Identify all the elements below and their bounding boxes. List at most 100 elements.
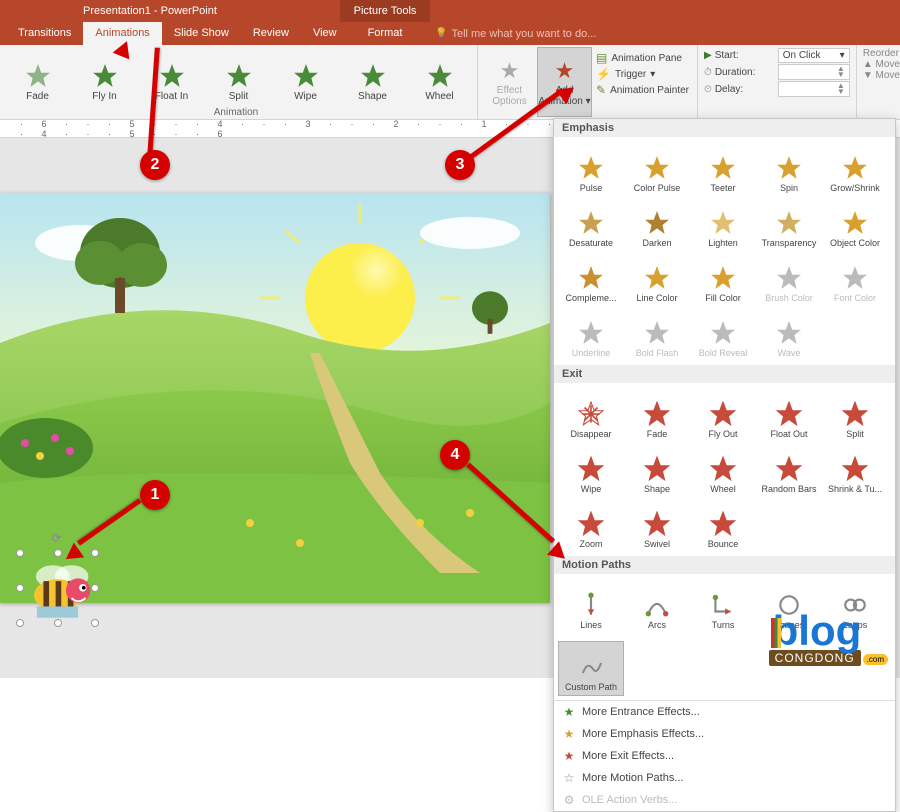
emphasis-star-icon [709, 154, 737, 182]
more-entrance[interactable]: ★More Entrance Effects... [554, 701, 895, 723]
custom-path-icon [577, 653, 605, 681]
advanced-animation-group: ★ Effect Options ★ Add Animation ▾ ▤Anim… [478, 45, 698, 119]
animation-painter-button[interactable]: ✎Animation Painter [596, 83, 689, 97]
exit-star-icon [577, 455, 605, 483]
exit-item[interactable]: Wipe [558, 442, 624, 497]
exit-star-icon [643, 400, 671, 428]
exit-item[interactable]: Wheel [690, 442, 756, 497]
resize-handle[interactable] [16, 549, 24, 557]
emphasis-star-icon [709, 264, 737, 292]
move-earlier: ▲ Move Ea [863, 59, 900, 70]
resize-handle[interactable] [16, 619, 24, 627]
animation-pane-button[interactable]: ▤Animation Pane [596, 51, 689, 65]
painter-icon: ✎ [596, 83, 606, 97]
entrance-star-icon [226, 63, 252, 89]
emphasis-star-icon [841, 154, 869, 182]
resize-handle[interactable] [16, 584, 24, 592]
entrance-star-icon [293, 63, 319, 89]
exit-item[interactable]: Random Bars [756, 442, 822, 497]
duration-input[interactable]: ▲▼ [778, 64, 850, 80]
emphasis-item[interactable]: Color Pulse [624, 141, 690, 196]
emphasis-item[interactable]: Darken [624, 196, 690, 251]
effect-options-icon: ★ [500, 58, 520, 84]
delay-input[interactable]: ▲▼ [778, 81, 850, 97]
tab-transitions[interactable]: Transitions [6, 22, 83, 45]
dropdown-footer: ★More Entrance Effects... ★More Emphasis… [554, 700, 895, 811]
callout-2: 2 [140, 150, 170, 180]
exit-item[interactable]: Fade [624, 387, 690, 442]
exit-grid: DisappearFadeFly OutFloat OutSplitWipeSh… [554, 383, 895, 556]
trigger-icon: ⚡ [596, 67, 611, 81]
exit-item[interactable]: Disappear [558, 387, 624, 442]
emphasis-item[interactable]: Transparency [756, 196, 822, 251]
more-motion[interactable]: ☆More Motion Paths... [554, 767, 895, 789]
tab-format[interactable]: Format [340, 22, 430, 45]
emphasis-item: Bold Reveal [690, 306, 756, 361]
emphasis-item[interactable]: Compleme... [558, 251, 624, 306]
resize-handle[interactable] [91, 549, 99, 557]
ribbon-tabs: Transitions Animations Slide Show Review… [0, 22, 900, 45]
exit-item[interactable]: Swivel [624, 497, 690, 552]
exit-item[interactable]: Split [822, 387, 888, 442]
exit-item[interactable]: Shrink & Tu... [822, 442, 888, 497]
start-dropdown[interactable]: On Click▾ [778, 48, 850, 63]
motion-paths-header: Motion Paths [554, 556, 895, 574]
emphasis-star-icon [775, 209, 803, 237]
motion-path-item[interactable]: Lines [558, 578, 624, 633]
emphasis-item[interactable]: Object Color [822, 196, 888, 251]
entrance-star-icon [159, 63, 185, 89]
emphasis-item[interactable]: Line Color [624, 251, 690, 306]
tab-review[interactable]: Review [241, 22, 301, 45]
resize-handle[interactable] [54, 549, 62, 557]
emphasis-item: Bold Flash [624, 306, 690, 361]
title-bar: Presentation1 - PowerPoint [0, 0, 900, 22]
emphasis-star-icon [775, 319, 803, 347]
entrance-star-icon [25, 63, 51, 89]
play-icon: ▶ [704, 50, 712, 61]
watermark-stripes-icon [771, 618, 781, 648]
exit-star-icon [709, 510, 737, 538]
ole-action-verbs: ⚙OLE Action Verbs... [554, 789, 895, 811]
exit-item[interactable]: Shape [624, 442, 690, 497]
tab-slideshow[interactable]: Slide Show [162, 22, 241, 45]
exit-item[interactable]: Zoom [558, 497, 624, 552]
emphasis-star-icon [775, 154, 803, 182]
selected-bee-image[interactable]: ⟳ [20, 553, 95, 623]
exit-item[interactable]: Bounce [690, 497, 756, 552]
exit-star-icon [709, 455, 737, 483]
resize-handle[interactable] [91, 619, 99, 627]
exit-star-icon [709, 400, 737, 428]
motion-path-item[interactable]: Arcs [624, 578, 690, 633]
watermark-com: .com [863, 654, 888, 665]
resize-handle[interactable] [91, 584, 99, 592]
resize-handle[interactable] [54, 619, 62, 627]
more-exit[interactable]: ★More Exit Effects... [554, 745, 895, 767]
emphasis-item: Underline [558, 306, 624, 361]
emphasis-item[interactable]: Lighten [690, 196, 756, 251]
exit-star-icon [643, 455, 671, 483]
exit-star-icon [643, 510, 671, 538]
more-emphasis[interactable]: ★More Emphasis Effects... [554, 723, 895, 745]
motion-path-item[interactable]: Turns [690, 578, 756, 633]
emphasis-star-icon [643, 209, 671, 237]
emphasis-item[interactable]: Fill Color [690, 251, 756, 306]
emphasis-item[interactable]: Spin [756, 141, 822, 196]
trigger-button[interactable]: ⚡Trigger ▾ [596, 67, 689, 81]
tell-me-search[interactable]: Tell me what you want to do... [435, 28, 596, 40]
callout-4: 4 [440, 440, 470, 470]
emphasis-grid: PulseColor PulseTeeterSpinGrow/Shrink Des… [554, 137, 895, 365]
emphasis-item[interactable]: Grow/Shrink [822, 141, 888, 196]
add-animation-icon: ★ [555, 58, 575, 84]
emphasis-item[interactable]: Desaturate [558, 196, 624, 251]
rotation-handle[interactable]: ⟳ [52, 531, 62, 545]
emphasis-item[interactable]: Pulse [558, 141, 624, 196]
exit-star-icon: ★ [562, 749, 576, 763]
emphasis-star-icon [841, 264, 869, 292]
custom-path-item[interactable]: Custom Path [558, 641, 624, 696]
ole-icon: ⚙ [562, 793, 576, 807]
exit-item[interactable]: Fly Out [690, 387, 756, 442]
emphasis-item[interactable]: Teeter [690, 141, 756, 196]
exit-item[interactable]: Float Out [756, 387, 822, 442]
emphasis-star-icon: ★ [562, 727, 576, 741]
exit-star-icon [577, 400, 605, 428]
